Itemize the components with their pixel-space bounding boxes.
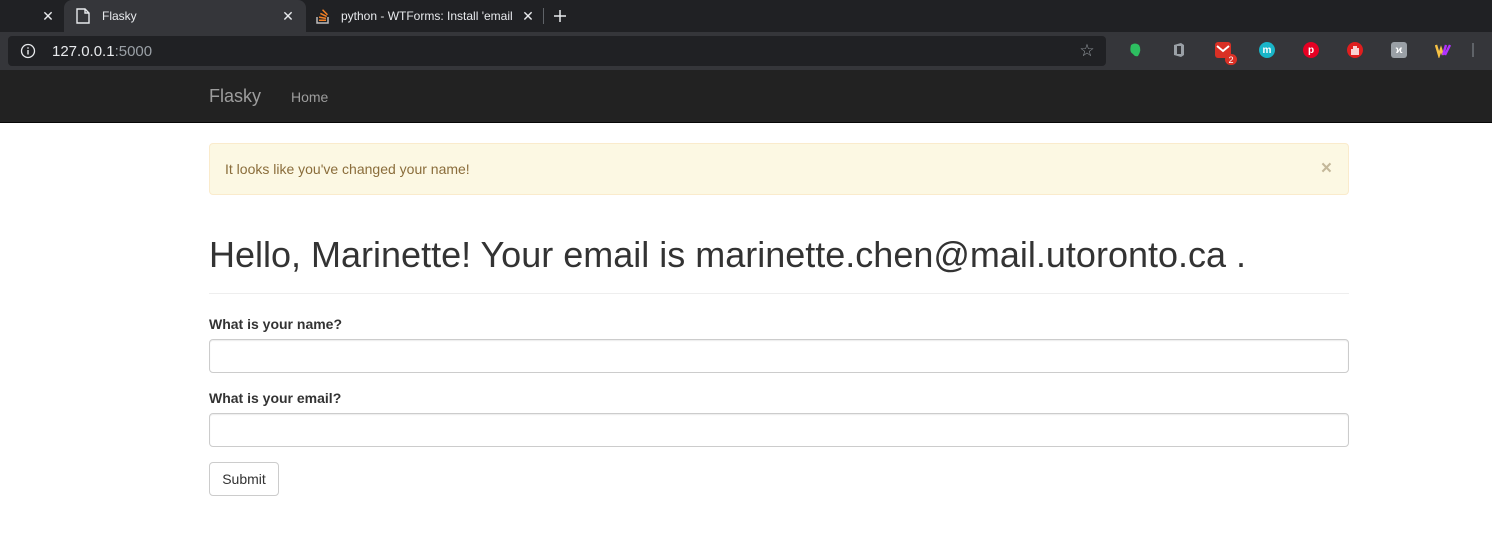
office-icon[interactable] [1171,42,1187,58]
address-bar[interactable]: 127.0.0.1:5000 ☆ [8,36,1106,66]
name-input[interactable] [209,339,1349,373]
browser-tab-strip: ✕ Flasky ✕ python - WTForms: Install 'em… [0,0,1492,32]
info-icon[interactable] [20,43,36,59]
plus-icon [554,10,566,22]
browser-tab-flasky[interactable]: Flasky ✕ [64,0,306,32]
email-input[interactable] [209,413,1349,447]
nav-link-home[interactable]: Home [291,89,328,105]
navbar-brand[interactable]: Flasky [209,86,261,107]
address-url[interactable]: 127.0.0.1:5000 [52,43,152,60]
browser-tab-previous[interactable]: ✕ [0,0,64,32]
url-port: :5000 [114,43,153,60]
close-tab-icon[interactable]: ✕ [40,8,56,24]
flash-alert: It looks like you've changed your name! … [209,143,1349,195]
browser-tab-stackoverflow[interactable]: python - WTForms: Install 'email ✕ [306,0,544,32]
alert-close-button[interactable]: × [1321,159,1332,178]
stackoverflow-icon [316,8,330,24]
tab-title: python - WTForms: Install 'email [341,9,513,23]
mercury-icon[interactable]: m [1259,42,1275,58]
tab-title: Flasky [102,9,137,23]
page-title: Hello, Marinette! Your email is marinett… [209,234,1247,275]
pinterest-icon[interactable]: p [1303,42,1319,58]
adblock-icon[interactable] [1347,42,1363,58]
new-tab-button[interactable] [550,6,570,26]
page-header: Hello, Marinette! Your email is marinett… [209,230,1349,294]
page-file-icon [76,8,90,24]
url-host: 127.0.0.1 [52,43,115,60]
submit-button[interactable]: Submit [209,462,279,496]
browser-menu-icon[interactable] [1472,43,1474,57]
name-label: What is your name? [209,316,343,332]
close-tab-icon[interactable]: ✕ [280,8,296,24]
close-tab-icon[interactable]: ✕ [520,8,536,24]
tab-divider [543,8,544,24]
pocket-k-icon[interactable]: ϰ [1391,42,1407,58]
evernote-icon[interactable] [1127,42,1143,58]
bookmark-star-icon[interactable]: ☆ [1078,42,1096,60]
email-label: What is your email? [209,390,342,406]
wappalyzer-icon[interactable] [1435,42,1451,58]
unread-count-badge: 2 [1225,54,1237,65]
site-navbar: Flasky Home [0,70,1492,123]
alert-message: It looks like you've changed your name! [225,161,470,177]
